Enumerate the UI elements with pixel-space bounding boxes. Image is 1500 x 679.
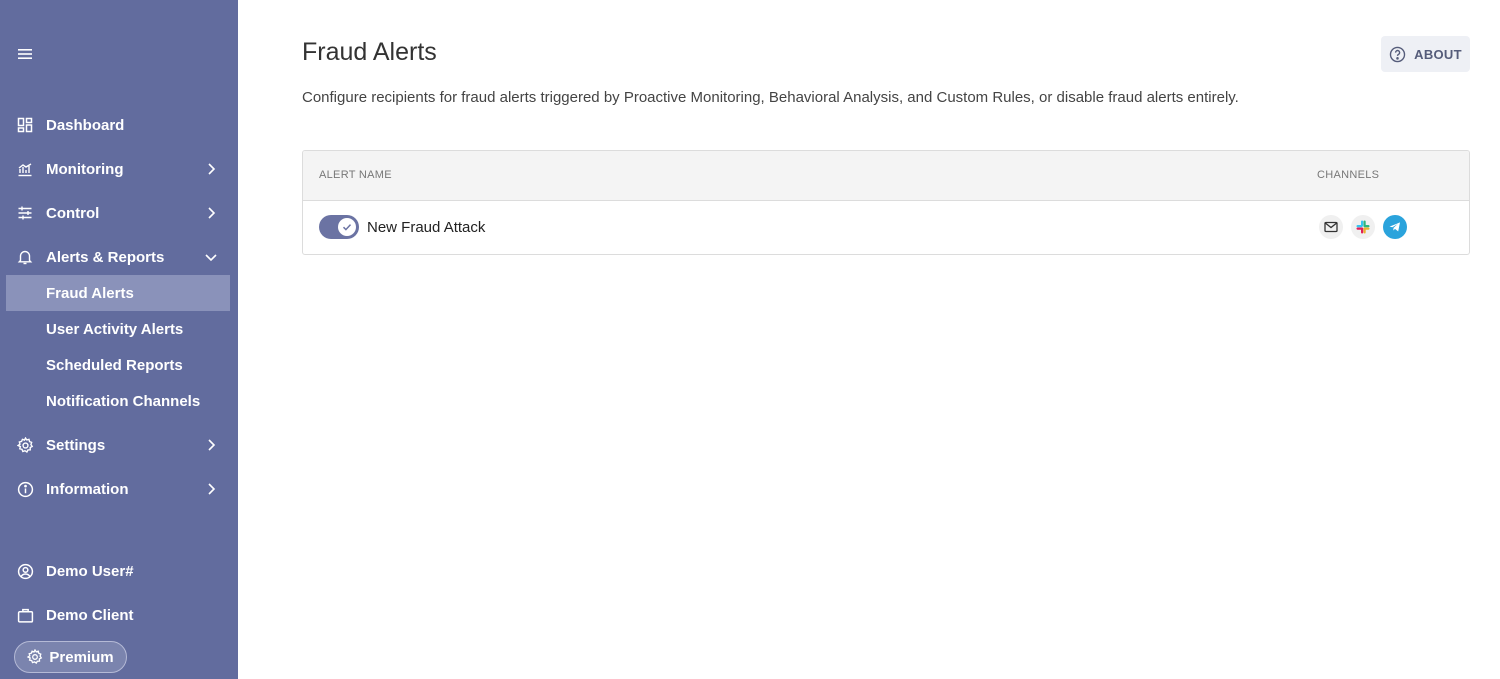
sidebar-subitem-label: User Activity Alerts	[46, 320, 184, 338]
about-label: ABOUT	[1414, 46, 1462, 62]
telegram-icon[interactable]	[1383, 215, 1407, 239]
info-icon	[16, 480, 34, 498]
table-row: New Fraud Attack	[303, 201, 1469, 254]
sidebar-item-alerts-reports[interactable]: Alerts & Reports	[6, 239, 230, 275]
bell-icon	[16, 248, 34, 266]
sliders-icon	[16, 204, 34, 222]
sidebar-item-information[interactable]: Information	[6, 471, 230, 507]
alert-enabled-toggle[interactable]	[319, 215, 359, 239]
sidebar-item-label: Dashboard	[46, 116, 125, 134]
sidebar-subitem-notification-channels[interactable]: Notification Channels	[6, 383, 230, 419]
chevron-down-icon	[205, 254, 217, 262]
sidebar-item-label: Information	[46, 480, 129, 498]
sidebar-subitem-scheduled-reports[interactable]: Scheduled Reports	[6, 347, 230, 383]
sidebar-client-label: Demo Client	[46, 606, 134, 624]
chevron-right-icon	[208, 163, 216, 175]
sidebar: Dashboard Monitoring Control Alerts & Re…	[0, 0, 238, 679]
sidebar-user-label: Demo User#	[46, 562, 134, 580]
column-header-alert-name: ALERT NAME	[319, 169, 392, 181]
chevron-right-icon	[208, 207, 216, 219]
gear-icon	[27, 649, 43, 665]
about-button[interactable]: ABOUT	[1381, 36, 1470, 72]
sidebar-subitem-fraud-alerts[interactable]: Fraud Alerts	[6, 275, 230, 311]
chevron-right-icon	[208, 439, 216, 451]
slack-icon[interactable]	[1351, 215, 1375, 239]
dashboard-icon	[16, 116, 34, 134]
alerts-table: ALERT NAME CHANNELS New Fraud Attack	[302, 150, 1470, 255]
sidebar-client[interactable]: Demo Client	[6, 597, 230, 633]
briefcase-icon	[16, 606, 34, 624]
table-header: ALERT NAME CHANNELS	[303, 151, 1469, 201]
sidebar-item-monitoring[interactable]: Monitoring	[6, 151, 230, 187]
sidebar-subitem-label: Notification Channels	[46, 392, 201, 410]
sidebar-user[interactable]: Demo User#	[6, 553, 230, 589]
column-header-channels: CHANNELS	[1317, 169, 1380, 181]
chevron-right-icon	[208, 483, 216, 495]
chart-icon	[16, 160, 34, 178]
user-circle-icon	[16, 562, 34, 580]
check-icon	[338, 218, 356, 236]
sidebar-subitem-label: Fraud Alerts	[46, 284, 134, 302]
premium-label: Premium	[49, 648, 114, 666]
premium-badge[interactable]: Premium	[14, 641, 127, 673]
sidebar-item-settings[interactable]: Settings	[6, 427, 230, 463]
email-icon[interactable]	[1319, 215, 1343, 239]
hamburger-icon[interactable]	[16, 45, 34, 63]
alert-name: New Fraud Attack	[367, 219, 486, 236]
help-circle-icon	[1389, 46, 1406, 63]
page-title: Fraud Alerts	[302, 38, 437, 66]
sidebar-item-dashboard[interactable]: Dashboard	[6, 107, 230, 143]
page-description: Configure recipients for fraud alerts tr…	[302, 89, 1239, 106]
gear-icon	[16, 436, 34, 454]
sidebar-subitem-user-activity-alerts[interactable]: User Activity Alerts	[6, 311, 230, 347]
sidebar-subitem-label: Scheduled Reports	[46, 356, 183, 374]
sidebar-item-label: Alerts & Reports	[46, 248, 165, 266]
sidebar-item-label: Control	[46, 204, 100, 222]
sidebar-item-label: Settings	[46, 436, 106, 454]
sidebar-item-label: Monitoring	[46, 160, 124, 178]
sidebar-item-control[interactable]: Control	[6, 195, 230, 231]
